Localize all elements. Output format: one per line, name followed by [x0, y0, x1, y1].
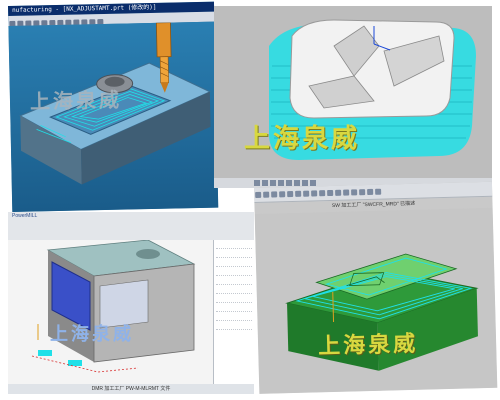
- tree-item[interactable]: [216, 322, 252, 330]
- 3d-viewport[interactable]: 上海泉威: [8, 21, 219, 212]
- toolbar-icon[interactable]: [351, 189, 358, 196]
- app-title: PowerMILL: [12, 213, 38, 219]
- toolbar-icon[interactable]: [311, 190, 318, 197]
- tree-item[interactable]: [216, 304, 252, 312]
- housing-model[interactable]: [8, 240, 214, 384]
- toolbar-icon[interactable]: [279, 191, 286, 198]
- tree-item[interactable]: [216, 241, 252, 249]
- toolbar-icon[interactable]: [295, 190, 302, 197]
- tree-item[interactable]: [216, 295, 252, 303]
- toolbar-icon[interactable]: [287, 190, 294, 198]
- tree-item[interactable]: [216, 286, 252, 294]
- toolbar-icon[interactable]: [271, 191, 278, 198]
- brand-watermark: 上海泉威: [317, 330, 419, 360]
- toolbar-icon[interactable]: [327, 189, 334, 197]
- toolbar-icon[interactable]: [367, 188, 374, 196]
- status-bar: DMR 加工工厂 PW-M-MLRMT 文件: [8, 384, 254, 394]
- tree-item[interactable]: [216, 250, 252, 258]
- cam-screenshot-1: nufacturing - [NX_ADJUSTAMT.prt (修改的)] 上…: [8, 1, 219, 212]
- tree-item[interactable]: [216, 277, 252, 285]
- toolbar-icon[interactable]: [263, 191, 270, 198]
- toolbar-icon[interactable]: [255, 191, 262, 198]
- toolbar-icon[interactable]: [303, 190, 310, 197]
- operations-tree-panel[interactable]: [213, 240, 254, 394]
- brand-watermark: 上海泉威: [244, 124, 361, 154]
- toolbar-icon[interactable]: [359, 189, 366, 196]
- toolbar-icon[interactable]: [375, 188, 382, 195]
- brand-watermark: 上海泉威: [50, 324, 134, 345]
- cam-screenshot-4: SW 加工工厂 "SWCFR_MRD" 已描述 上海泉威: [254, 181, 498, 394]
- tree-item[interactable]: [216, 259, 252, 267]
- mold-base-model: [19, 22, 212, 185]
- cam-screenshot-3: PowerMILL 上海泉威 DMR 加工工厂 PW-M-MLRMT 文件: [8, 212, 254, 394]
- mold-core-model[interactable]: [254, 207, 498, 394]
- mold-insert-model[interactable]: [214, 6, 492, 188]
- ribbon-toolbar: PowerMILL: [8, 212, 254, 241]
- toolbar-icon[interactable]: [343, 189, 350, 196]
- toolbar-icon[interactable]: [335, 189, 342, 196]
- toolbar-icon[interactable]: [319, 190, 326, 197]
- brand-watermark: 上海泉威: [29, 87, 123, 114]
- tree-item[interactable]: [216, 268, 252, 276]
- tree-item[interactable]: [216, 313, 252, 321]
- cam-screenshot-2: 上海泉威: [214, 6, 492, 188]
